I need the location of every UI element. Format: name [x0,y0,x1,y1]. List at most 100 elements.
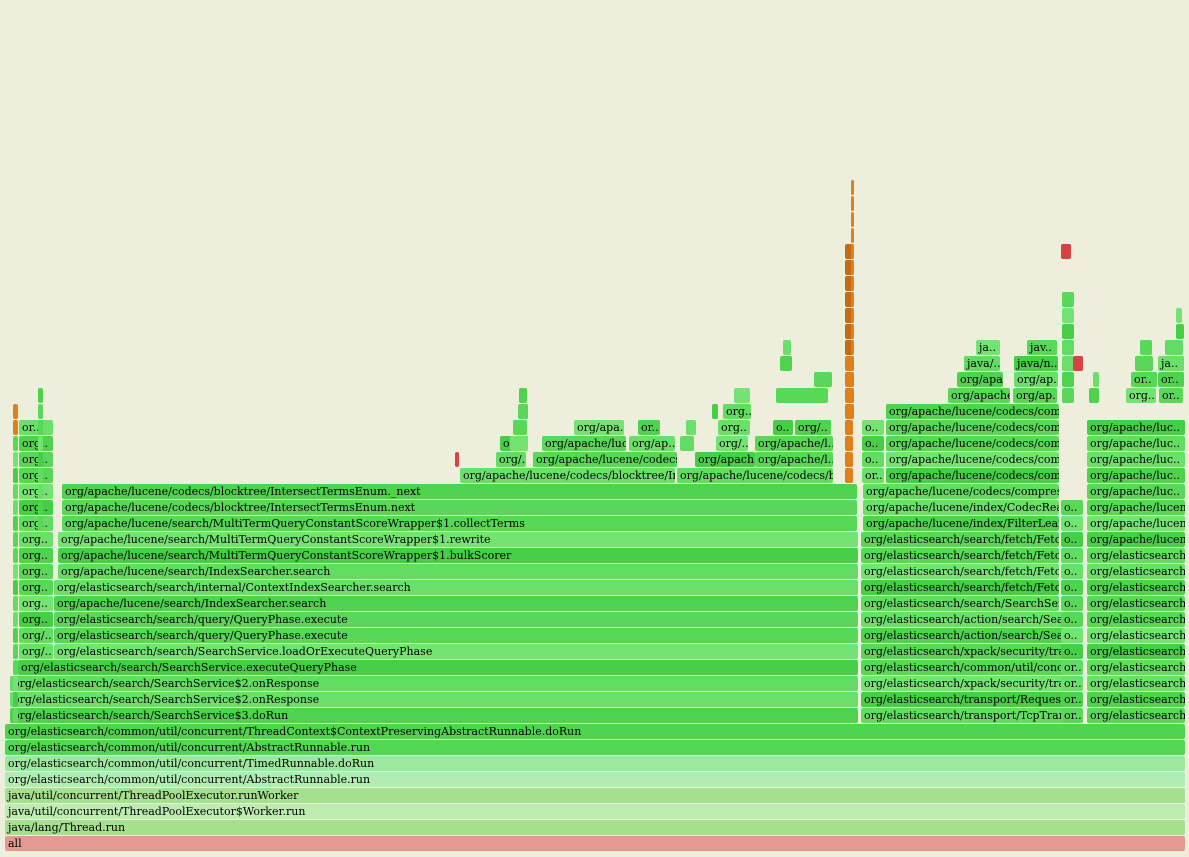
stack-frame-right[interactable]: org/elasticsearch/.. [1087,708,1185,723]
stack-frame-fetch[interactable]: org/ap.. [1013,388,1057,403]
stack-frame-right[interactable]: org/elasticsearch/.. [1087,612,1185,627]
stack-frame-narrow[interactable] [13,644,18,659]
stack-frame-narrow[interactable] [1062,308,1074,323]
stack-frame-hot[interactable] [455,452,459,467]
stack-frame-native[interactable] [851,196,854,211]
stack-frame-right[interactable]: org/elasticsearch.. [1087,644,1185,659]
stack-frame-fetch[interactable]: org/elasticsearch/transport/TcpTransport… [861,708,1081,723]
stack-frame-query[interactable]: org/apache/lucene/search/IndexSearcher.s… [54,596,858,611]
stack-frame-fetch[interactable]: org/apache/lucene/codecs/compressin.. [863,484,1059,499]
stack-frame-narrow[interactable] [38,436,43,451]
stack-frame-right[interactable]: org/apache/luc.. [1087,436,1185,451]
stack-frame-native[interactable] [851,324,854,339]
stack-frame-query[interactable]: org/apache/lucene/search/IndexSearcher.s… [58,564,858,579]
stack-frame-narrow[interactable]: org.. [19,612,53,627]
stack-frame-lucene[interactable]: org/apache/luc.. [542,436,626,451]
stack-frame-narrow[interactable]: o.. [1061,644,1083,659]
stack-frame-narrow[interactable] [38,468,43,483]
stack-frame-native[interactable] [845,452,853,467]
stack-frame-right[interactable] [1089,388,1099,403]
stack-frame-narrow[interactable] [13,548,18,563]
stack-frame-native[interactable] [851,180,854,195]
stack-frame-right[interactable]: org/apache/luc.. [1087,452,1185,467]
stack-frame-query[interactable]: org/elasticsearch/search/SearchService.e… [18,660,858,675]
stack-frame-right[interactable]: org/apache/lucene.. [1087,532,1185,547]
stack-frame-query[interactable]: org/elasticsearch/search/SearchService$3… [10,708,858,723]
stack-frame-native[interactable] [851,228,854,243]
stack-frame-main[interactable]: org/elasticsearch/common/util/concurrent… [5,756,1185,771]
stack-frame-fetch[interactable]: org/elasticsearch/xpack/security/transpo… [861,644,1081,659]
stack-frame-narrow[interactable] [13,484,18,499]
stack-frame-lucene[interactable] [814,372,832,387]
stack-frame-lucene[interactable] [776,388,828,403]
stack-frame-narrow[interactable]: o.. [1061,516,1083,531]
stack-frame-narrow[interactable] [13,500,18,515]
stack-frame-lucene[interactable]: org.. [723,404,751,419]
stack-frame-fetch[interactable]: org/apache/lucene/codecs/compre.. [886,468,1059,483]
stack-frame-hot[interactable] [1061,244,1071,259]
stack-frame-fetch[interactable]: org/elasticsearch/transport/RequestHandl… [861,692,1081,707]
stack-frame-narrow[interactable]: org/.. [19,644,53,659]
stack-frame-fetch[interactable]: org/elasticsearch/search/fetch/FetchPh.. [861,532,1059,547]
stack-frame-narrow[interactable]: o.. [1061,564,1083,579]
stack-frame-native[interactable] [851,244,854,259]
stack-frame-lucene[interactable]: org/apach.. [695,452,755,467]
stack-frame-query[interactable]: org/apache/lucene/search/MultiTermQueryC… [58,532,858,547]
stack-frame-narrow[interactable]: org.. [19,580,53,595]
stack-frame-narrow[interactable]: o.. [1061,500,1083,515]
stack-frame-lucene[interactable]: o.. [773,420,793,435]
stack-frame-lucene[interactable]: org/.. [716,436,748,451]
stack-frame-right[interactable]: org/apache/lucen.. [1087,500,1185,515]
stack-frame-narrow[interactable]: org.. [19,452,53,467]
stack-frame-narrow[interactable]: o.. [1061,596,1083,611]
stack-frame-fetch[interactable]: jav.. [1027,340,1057,355]
stack-frame-narrow[interactable] [13,612,18,627]
stack-frame-fetch[interactable]: org/elasticsearch/action/search/SearchTr… [861,628,1081,643]
stack-frame-right[interactable] [1165,340,1183,355]
stack-frame-query[interactable]: org/elasticsearch/search/query/QueryPhas… [54,628,858,643]
stack-frame-fetch[interactable]: org/elasticsearch/xpack/security/transpo… [861,676,1081,691]
root-frame[interactable]: all [5,836,1185,851]
stack-frame-query[interactable]: org/elasticsearch/search/SearchService$2… [10,692,858,707]
stack-frame-narrow[interactable] [38,388,43,403]
stack-frame-fetch[interactable]: org/apache/lucene/index/FilterLeafRe.. [863,516,1059,531]
stack-frame-lucene[interactable]: org/apache/l.. [755,436,833,451]
stack-frame-narrow[interactable]: org.. [19,436,53,451]
stack-frame-narrow[interactable] [1062,388,1074,403]
stack-frame-narrow[interactable]: org.. [19,516,53,531]
stack-frame-lucene[interactable] [686,420,696,435]
stack-frame-lucene[interactable]: org/apa.. [574,420,624,435]
stack-frame-narrow[interactable] [13,596,18,611]
stack-frame-lucene[interactable] [734,388,750,403]
stack-frame-right[interactable] [1140,340,1152,355]
stack-frame-narrow[interactable] [1062,372,1074,387]
stack-frame-narrow[interactable]: o.. [1061,612,1083,627]
stack-frame-native[interactable] [851,212,854,227]
stack-frame-narrow[interactable] [1062,324,1074,339]
stack-frame-right[interactable]: org/apache/lucene.. [1087,516,1185,531]
stack-frame-narrow[interactable] [13,676,18,691]
stack-frame-main[interactable]: java/lang/Thread.run [5,820,1185,835]
stack-frame-narrow[interactable]: org.. [19,596,53,611]
stack-frame-narrow[interactable] [13,516,18,531]
stack-frame-right[interactable] [1176,308,1182,323]
stack-frame-narrow[interactable] [13,420,18,435]
stack-frame-narrow[interactable] [13,564,18,579]
stack-frame-fetch[interactable]: org/apache/lucene/codecs/compr.. [886,436,1059,451]
stack-frame-lucene[interactable]: org/apache/lucene/codecs/blo.. [677,468,833,483]
stack-frame-lucene[interactable] [519,388,527,403]
stack-frame-narrow[interactable] [13,628,18,643]
stack-frame-fetch[interactable]: or.. [862,468,884,483]
stack-frame-native[interactable] [851,340,854,355]
stack-frame-right[interactable]: or.. [1131,372,1157,387]
stack-frame-right[interactable]: org/elasticsearch/.. [1087,628,1185,643]
stack-frame-fetch[interactable]: org/elasticsearch/search/fetch/FetchPh.. [861,548,1059,563]
stack-frame-right[interactable]: org/apache/luc.. [1087,420,1185,435]
stack-frame-narrow[interactable]: org/.. [19,628,53,643]
stack-frame-lucene[interactable]: org.. [718,420,750,435]
stack-frame-right[interactable]: org/elasticsearch/.. [1087,660,1185,675]
stack-frame-narrow[interactable] [13,580,18,595]
stack-frame-fetch[interactable]: o.. [862,452,884,467]
stack-frame-lucene[interactable]: org/.. [496,452,526,467]
stack-frame-narrow[interactable] [38,420,43,435]
